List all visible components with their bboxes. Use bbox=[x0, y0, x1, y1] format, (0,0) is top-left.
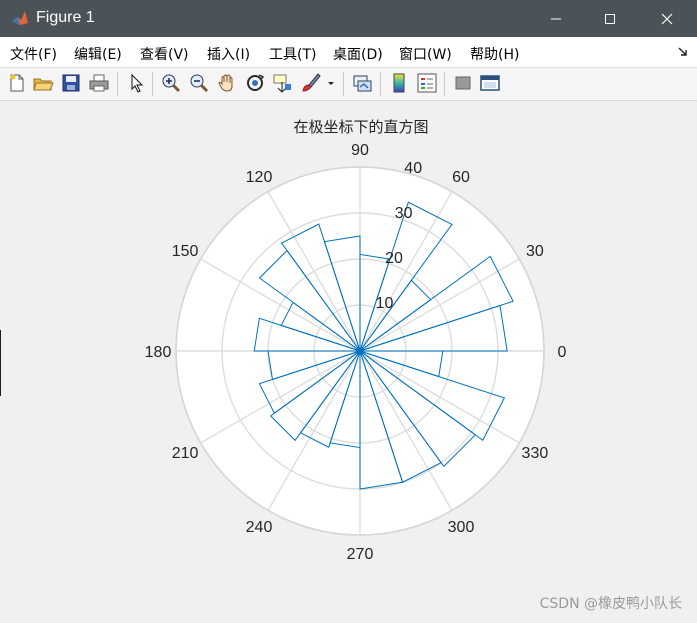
theta-tick-label: 210 bbox=[172, 445, 199, 462]
r-tick-label: 20 bbox=[385, 250, 403, 267]
show-plot-tools-icon[interactable] bbox=[479, 72, 501, 94]
toolbar-separator bbox=[380, 72, 381, 96]
theta-tick-label: 90 bbox=[351, 142, 369, 159]
theta-tick-label: 30 bbox=[526, 243, 544, 260]
new-figure-icon[interactable] bbox=[6, 72, 28, 94]
theta-tick-label: 60 bbox=[452, 169, 470, 186]
minimize-button[interactable] bbox=[532, 0, 580, 37]
matlab-logo-icon bbox=[12, 11, 28, 25]
r-tick-label: 10 bbox=[376, 295, 394, 312]
menu-help[interactable]: 帮助(H) bbox=[470, 44, 519, 64]
r-tick-label: 30 bbox=[395, 205, 413, 222]
menu-file[interactable]: 文件(F) bbox=[10, 44, 57, 64]
title-bar: Figure 1 bbox=[0, 0, 697, 37]
theta-tick-label: 240 bbox=[246, 519, 273, 536]
menu-tools[interactable]: 工具(T) bbox=[269, 44, 316, 64]
menu-bar: 文件(F) 编辑(E) 查看(V) 插入(I) 工具(T) 桌面(D) 窗口(W… bbox=[0, 37, 697, 68]
open-file-icon[interactable] bbox=[32, 72, 54, 94]
menu-insert[interactable]: 插入(I) bbox=[207, 44, 250, 64]
data-cursor-icon[interactable] bbox=[272, 72, 294, 94]
colorbar-icon[interactable] bbox=[388, 72, 410, 94]
polar-histogram-chart: 在极坐标下的直方图 0 30 60 90 120 150 180 210 240 270 300 33… bbox=[145, 118, 567, 563]
theta-tick-label: 270 bbox=[347, 546, 374, 563]
rotate-3d-icon[interactable] bbox=[244, 72, 266, 94]
print-icon[interactable] bbox=[88, 72, 110, 94]
close-button[interactable] bbox=[643, 0, 691, 37]
menu-desktop[interactable]: 桌面(D) bbox=[333, 44, 383, 64]
toolbar-separator bbox=[152, 72, 153, 96]
window-title: Figure 1 bbox=[36, 9, 95, 26]
brush-icon[interactable] bbox=[300, 72, 322, 94]
theta-tick-label: 150 bbox=[172, 243, 199, 260]
figure-canvas: 在极坐标下的直方图 0 30 60 90 120 150 180 210 240 270 300 33… bbox=[1, 101, 696, 622]
maximize-button[interactable] bbox=[586, 0, 634, 37]
save-icon[interactable] bbox=[60, 72, 82, 94]
r-tick-label: 40 bbox=[404, 160, 422, 177]
theta-tick-label: 300 bbox=[448, 519, 475, 536]
hide-plot-tools-icon[interactable] bbox=[452, 72, 474, 94]
theta-tick-label: 120 bbox=[246, 169, 273, 186]
theta-tick-label: 180 bbox=[145, 344, 172, 361]
theta-tick-label: 330 bbox=[522, 445, 549, 462]
dock-arrow-icon[interactable] bbox=[677, 46, 689, 58]
zoom-in-icon[interactable] bbox=[160, 72, 182, 94]
watermark: CSDN @橡皮鸭小队长 bbox=[539, 596, 682, 612]
menu-window[interactable]: 窗口(W) bbox=[399, 44, 452, 64]
zoom-out-icon[interactable] bbox=[188, 72, 210, 94]
chart-title: 在极坐标下的直方图 bbox=[293, 118, 428, 136]
legend-icon[interactable] bbox=[416, 72, 438, 94]
close-icon bbox=[661, 13, 673, 24]
toolbar bbox=[0, 68, 697, 101]
minimize-icon bbox=[551, 18, 561, 19]
menu-view[interactable]: 查看(V) bbox=[140, 44, 189, 64]
maximize-icon bbox=[605, 13, 615, 24]
link-plot-icon[interactable] bbox=[351, 72, 373, 94]
toolbar-separator bbox=[444, 72, 445, 96]
theta-tick-label: 0 bbox=[558, 344, 567, 361]
toolbar-separator bbox=[117, 72, 118, 96]
toolbar-separator bbox=[343, 72, 344, 96]
select-arrow-icon[interactable] bbox=[126, 72, 148, 94]
menu-edit[interactable]: 编辑(E) bbox=[74, 44, 122, 64]
pan-hand-icon[interactable] bbox=[216, 72, 238, 94]
brush-dropdown-icon[interactable] bbox=[326, 72, 336, 94]
